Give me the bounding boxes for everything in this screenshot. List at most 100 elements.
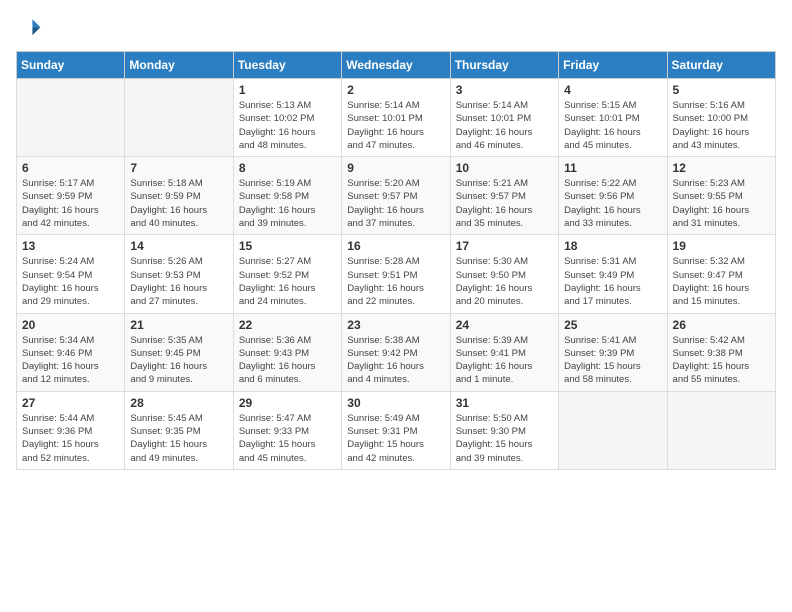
calendar-cell [667, 391, 775, 469]
day-number: 18 [564, 239, 661, 253]
calendar-cell: 1 Sunrise: 5:13 AM Sunset: 10:02 PM Dayli… [233, 79, 341, 157]
calendar-cell: 31 Sunrise: 5:50 AM Sunset: 9:30 PM Dayli… [450, 391, 558, 469]
calendar-cell: 6 Sunrise: 5:17 AM Sunset: 9:59 PM Daylig… [17, 157, 125, 235]
day-info: Sunrise: 5:24 AM Sunset: 9:54 PM Dayligh… [22, 255, 119, 308]
calendar-week-row: 27 Sunrise: 5:44 AM Sunset: 9:36 PM Dayli… [17, 391, 776, 469]
day-number: 20 [22, 318, 119, 332]
calendar-cell: 21Sunrise: 5:35 AM Sunset: 9:45 PM Dayli… [125, 313, 233, 391]
day-info: Sunrise: 5:21 AM Sunset: 9:57 PM Dayligh… [456, 177, 553, 230]
day-number: 15 [239, 239, 336, 253]
day-number: 11 [564, 161, 661, 175]
calendar-cell: 20 Sunrise: 5:34 AM Sunset: 9:46 PM Dayli… [17, 313, 125, 391]
day-number: 31 [456, 396, 553, 410]
weekday-header: Monday [125, 52, 233, 79]
calendar-week-row: 13 Sunrise: 5:24 AM Sunset: 9:54 PM Dayli… [17, 235, 776, 313]
calendar-cell: 28 Sunrise: 5:45 AM Sunset: 9:35 PM Dayli… [125, 391, 233, 469]
calendar-cell: 15 Sunrise: 5:27 AM Sunset: 9:52 PM Dayli… [233, 235, 341, 313]
calendar-header-row: SundayMondayTuesdayWednesdayThursdayFrid… [17, 52, 776, 79]
day-info: Sunrise: 5:34 AM Sunset: 9:46 PM Dayligh… [22, 334, 119, 387]
day-info: Sunrise: 5:44 AM Sunset: 9:36 PM Dayligh… [22, 412, 119, 465]
calendar-cell: 26 Sunrise: 5:42 AM Sunset: 9:38 PM Dayli… [667, 313, 775, 391]
weekday-header: Saturday [667, 52, 775, 79]
day-info: Sunrise: 5:42 AM Sunset: 9:38 PM Dayligh… [673, 334, 770, 387]
day-info: Sunrise: 5:14 AM Sunset: 10:01 PM Daylig… [347, 99, 444, 152]
day-info: Sunrise: 5:22 AM Sunset: 9:56 PM Dayligh… [564, 177, 661, 230]
weekday-header: Wednesday [342, 52, 450, 79]
day-number: 8 [239, 161, 336, 175]
day-number: 4 [564, 83, 661, 97]
calendar-cell: 30 Sunrise: 5:49 AM Sunset: 9:31 PM Dayli… [342, 391, 450, 469]
day-info: Sunrise: 5:41 AM Sunset: 9:39 PM Dayligh… [564, 334, 661, 387]
day-number: 17 [456, 239, 553, 253]
calendar-cell: 23 Sunrise: 5:38 AM Sunset: 9:42 PM Dayli… [342, 313, 450, 391]
calendar-cell: 24 Sunrise: 5:39 AM Sunset: 9:41 PM Dayli… [450, 313, 558, 391]
calendar-week-row: 6 Sunrise: 5:17 AM Sunset: 9:59 PM Daylig… [17, 157, 776, 235]
day-info: Sunrise: 5:14 AM Sunset: 10:01 PM Daylig… [456, 99, 553, 152]
page-header [16, 16, 776, 45]
calendar-cell: 13 Sunrise: 5:24 AM Sunset: 9:54 PM Dayli… [17, 235, 125, 313]
day-number: 30 [347, 396, 444, 410]
calendar-cell: 14 Sunrise: 5:26 AM Sunset: 9:53 PM Dayli… [125, 235, 233, 313]
day-number: 26 [673, 318, 770, 332]
day-number: 9 [347, 161, 444, 175]
calendar-cell: 5 Sunrise: 5:16 AM Sunset: 10:00 PM Dayli… [667, 79, 775, 157]
weekday-header: Friday [559, 52, 667, 79]
calendar-cell: 3 Sunrise: 5:14 AM Sunset: 10:01 PM Dayli… [450, 79, 558, 157]
day-info: Sunrise: 5:17 AM Sunset: 9:59 PM Dayligh… [22, 177, 119, 230]
calendar-cell: 22Sunrise: 5:36 AM Sunset: 9:43 PM Dayli… [233, 313, 341, 391]
day-number: 23 [347, 318, 444, 332]
logo-icon [18, 16, 42, 40]
weekday-header: Tuesday [233, 52, 341, 79]
day-info: Sunrise: 5:13 AM Sunset: 10:02 PM Daylig… [239, 99, 336, 152]
calendar-cell: 7 Sunrise: 5:18 AM Sunset: 9:59 PM Daylig… [125, 157, 233, 235]
calendar-week-row: 1 Sunrise: 5:13 AM Sunset: 10:02 PM Dayli… [17, 79, 776, 157]
calendar-cell [559, 391, 667, 469]
calendar-cell: 29Sunrise: 5:47 AM Sunset: 9:33 PM Dayli… [233, 391, 341, 469]
day-number: 19 [673, 239, 770, 253]
calendar-cell: 18 Sunrise: 5:31 AM Sunset: 9:49 PM Dayli… [559, 235, 667, 313]
day-number: 3 [456, 83, 553, 97]
day-info: Sunrise: 5:19 AM Sunset: 9:58 PM Dayligh… [239, 177, 336, 230]
day-info: Sunrise: 5:15 AM Sunset: 10:01 PM Daylig… [564, 99, 661, 152]
day-info: Sunrise: 5:39 AM Sunset: 9:41 PM Dayligh… [456, 334, 553, 387]
day-number: 1 [239, 83, 336, 97]
day-number: 14 [130, 239, 227, 253]
day-number: 24 [456, 318, 553, 332]
calendar-cell: 12Sunrise: 5:23 AM Sunset: 9:55 PM Dayli… [667, 157, 775, 235]
day-number: 2 [347, 83, 444, 97]
day-info: Sunrise: 5:30 AM Sunset: 9:50 PM Dayligh… [456, 255, 553, 308]
day-info: Sunrise: 5:16 AM Sunset: 10:00 PM Daylig… [673, 99, 770, 152]
calendar-cell: 4 Sunrise: 5:15 AM Sunset: 10:01 PM Dayli… [559, 79, 667, 157]
day-info: Sunrise: 5:50 AM Sunset: 9:30 PM Dayligh… [456, 412, 553, 465]
calendar-cell: 9Sunrise: 5:20 AM Sunset: 9:57 PM Daylig… [342, 157, 450, 235]
day-number: 16 [347, 239, 444, 253]
day-info: Sunrise: 5:45 AM Sunset: 9:35 PM Dayligh… [130, 412, 227, 465]
day-info: Sunrise: 5:32 AM Sunset: 9:47 PM Dayligh… [673, 255, 770, 308]
day-info: Sunrise: 5:47 AM Sunset: 9:33 PM Dayligh… [239, 412, 336, 465]
day-number: 7 [130, 161, 227, 175]
calendar-cell [17, 79, 125, 157]
calendar-cell: 8 Sunrise: 5:19 AM Sunset: 9:58 PM Daylig… [233, 157, 341, 235]
day-number: 12 [673, 161, 770, 175]
day-number: 13 [22, 239, 119, 253]
day-info: Sunrise: 5:27 AM Sunset: 9:52 PM Dayligh… [239, 255, 336, 308]
day-number: 28 [130, 396, 227, 410]
day-info: Sunrise: 5:28 AM Sunset: 9:51 PM Dayligh… [347, 255, 444, 308]
day-info: Sunrise: 5:26 AM Sunset: 9:53 PM Dayligh… [130, 255, 227, 308]
calendar-cell [125, 79, 233, 157]
day-number: 5 [673, 83, 770, 97]
day-number: 6 [22, 161, 119, 175]
calendar-week-row: 20 Sunrise: 5:34 AM Sunset: 9:46 PM Dayli… [17, 313, 776, 391]
weekday-header: Thursday [450, 52, 558, 79]
calendar-cell: 10 Sunrise: 5:21 AM Sunset: 9:57 PM Dayli… [450, 157, 558, 235]
calendar-cell: 2 Sunrise: 5:14 AM Sunset: 10:01 PM Dayli… [342, 79, 450, 157]
day-info: Sunrise: 5:18 AM Sunset: 9:59 PM Dayligh… [130, 177, 227, 230]
day-info: Sunrise: 5:35 AM Sunset: 9:45 PM Dayligh… [130, 334, 227, 387]
calendar-table: SundayMondayTuesdayWednesdayThursdayFrid… [16, 51, 776, 470]
day-number: 27 [22, 396, 119, 410]
day-number: 10 [456, 161, 553, 175]
day-info: Sunrise: 5:31 AM Sunset: 9:49 PM Dayligh… [564, 255, 661, 308]
day-info: Sunrise: 5:38 AM Sunset: 9:42 PM Dayligh… [347, 334, 444, 387]
calendar-cell: 17 Sunrise: 5:30 AM Sunset: 9:50 PM Dayli… [450, 235, 558, 313]
day-info: Sunrise: 5:49 AM Sunset: 9:31 PM Dayligh… [347, 412, 444, 465]
